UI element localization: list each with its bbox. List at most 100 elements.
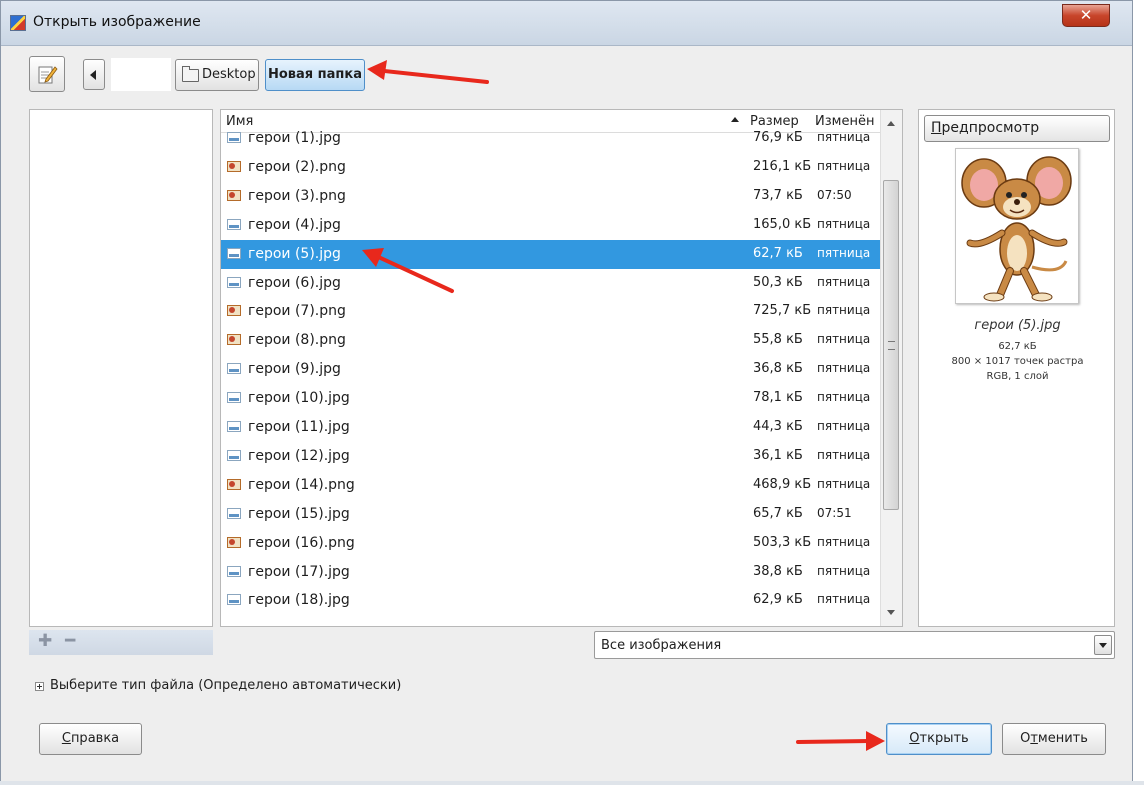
file-row[interactable]: герои (4).jpg 165,0 кБ пятница [221,211,881,240]
file-name: герои (8).png [248,332,346,349]
mouse-character-image [961,156,1072,302]
window-bottom-edge [0,781,1144,785]
chevron-down-icon[interactable] [1094,635,1112,655]
file-size: 36,8 кБ [753,361,803,377]
file-size: 165,0 кБ [753,216,812,232]
type-location-button[interactable] [29,56,65,92]
image-jpg-icon [227,218,241,230]
file-row[interactable]: герои (8).png 55,8 кБ пятница [221,326,881,355]
scroll-thumb[interactable] [883,180,899,510]
file-size: 62,7 кБ [753,245,803,261]
file-name: герои (18).jpg [248,592,350,609]
open-button[interactable]: Открыть [886,723,992,755]
file-modified: пятница [817,130,871,144]
file-modified: пятница [817,158,871,173]
file-size: 73,7 кБ [753,187,803,203]
preview-button[interactable]: Предпросмотр [924,115,1110,142]
places-sidebar[interactable] [29,109,213,627]
file-row[interactable]: герои (6).jpg 50,3 кБ пятница [221,269,881,298]
open-image-dialog: Открыть изображение ✕ Desktop Новая папк… [0,0,1133,782]
file-modified: пятница [817,274,871,289]
path-scroll-area [111,58,171,91]
help-button[interactable]: Справка [39,723,142,755]
file-name: герои (3).png [248,187,346,204]
file-row[interactable]: герои (10).jpg 78,1 кБ пятница [221,384,881,413]
file-size: 78,1 кБ [753,390,803,406]
scroll-down-arrow-icon[interactable] [887,610,895,615]
path-back-button[interactable] [83,59,105,90]
file-modified: пятница [817,216,871,231]
file-name: герои (15).jpg [248,505,350,522]
file-modified: пятница [817,390,871,405]
file-modified: пятница [817,332,871,347]
gimp-icon [10,15,26,31]
preview-dimensions: 800 × 1017 точек растра [951,356,1084,367]
scroll-up-arrow-icon[interactable] [887,121,895,126]
file-name: герои (1).jpg [248,130,341,146]
image-jpg-icon [227,421,241,432]
file-size: 38,8 кБ [753,563,803,579]
file-row[interactable]: герои (9).jpg 36,8 кБ пятница [221,355,881,384]
file-name: герои (7).png [248,303,346,320]
file-size: 62,9 кБ [753,592,803,608]
file-name: герои (2).png [248,158,346,175]
file-name: герои (11).jpg [248,419,350,435]
image-jpg-icon [227,565,241,577]
title-bar: Открыть изображение ✕ [1,1,1132,46]
file-name: герои (12).jpg [248,447,350,464]
file-type-expander-label[interactable]: Выберите тип файла (Определено автоматич… [50,678,401,693]
file-name: герои (6).jpg [248,274,341,291]
image-png-icon [227,478,241,490]
file-list[interactable]: Имя Размер Изменён герои (1).jpg 76,9 кБ п… [220,109,903,627]
file-row[interactable]: герои (18).jpg 62,9 кБ пятница [221,586,881,615]
file-row[interactable]: герои (17).jpg 38,8 кБ пятница [221,558,881,587]
file-name: герои (17).jpg [248,563,350,580]
file-size: 44,3 кБ [753,419,803,434]
folder-icon [182,66,199,82]
file-modified: пятница [817,303,871,318]
image-png-icon [227,160,241,172]
file-size: 76,9 кБ [753,130,803,145]
path-segment-desktop[interactable]: Desktop [175,59,259,91]
file-row[interactable]: герои (14).png 468,9 кБ пятница [221,471,881,500]
minus-icon[interactable]: ━ [65,631,75,651]
file-modified: пятница [817,534,871,549]
file-filter-select[interactable]: Все изображения [594,631,1115,659]
file-row[interactable]: герои (11).jpg 44,3 кБ пятница [221,413,881,442]
file-row[interactable]: герои (7).png 725,7 кБ пятница [221,297,881,326]
image-jpg-icon [227,363,241,375]
file-modified: пятница [817,592,871,607]
path-segment-new-folder[interactable]: Новая папка [265,59,365,91]
close-icon: ✕ [1079,6,1093,24]
file-size: 50,3 кБ [753,274,803,290]
file-row[interactable]: герои (5).jpg 62,7 кБ пятница [221,239,881,269]
file-row[interactable]: герои (12).jpg 36,1 кБ пятница [221,442,881,471]
file-name: герои (14).png [248,476,355,493]
file-list-scrollbar[interactable] [880,110,902,626]
preview-button-label: редпросмотр [941,120,1040,136]
image-jpg-icon [227,392,241,404]
path-segment-label: Desktop [202,67,256,82]
close-button[interactable]: ✕ [1062,4,1110,27]
file-name: герои (9).jpg [248,361,341,378]
plus-icon[interactable]: ✚ [38,631,52,651]
file-row[interactable]: герои (1).jpg 76,9 кБ пятница [221,124,881,153]
image-jpg-icon [227,594,241,606]
file-row[interactable]: герои (3).png 73,7 кБ 07:50 [221,182,881,211]
file-size: 216,1 кБ [753,158,812,174]
preview-thumbnail [955,148,1079,304]
expand-file-type-toggle[interactable] [35,682,44,691]
preview-file-name: герои (5).jpg [974,318,1061,333]
file-modified: пятница [817,447,871,462]
file-size: 65,7 кБ [753,505,803,521]
file-size: 503,3 кБ [753,534,812,550]
cancel-button[interactable]: Отменить [1002,723,1106,755]
file-row[interactable]: герои (16).png 503,3 кБ пятница [221,529,881,558]
image-jpg-icon [227,449,241,461]
file-modified: пятница [817,563,871,578]
file-row[interactable]: герои (2).png 216,1 кБ пятница [221,153,881,182]
file-row[interactable]: герои (15).jpg 65,7 кБ 07:51 [221,500,881,529]
path-segment-label: Новая папка [267,67,362,82]
image-png-icon [227,189,241,201]
file-size: 468,9 кБ [753,476,812,492]
